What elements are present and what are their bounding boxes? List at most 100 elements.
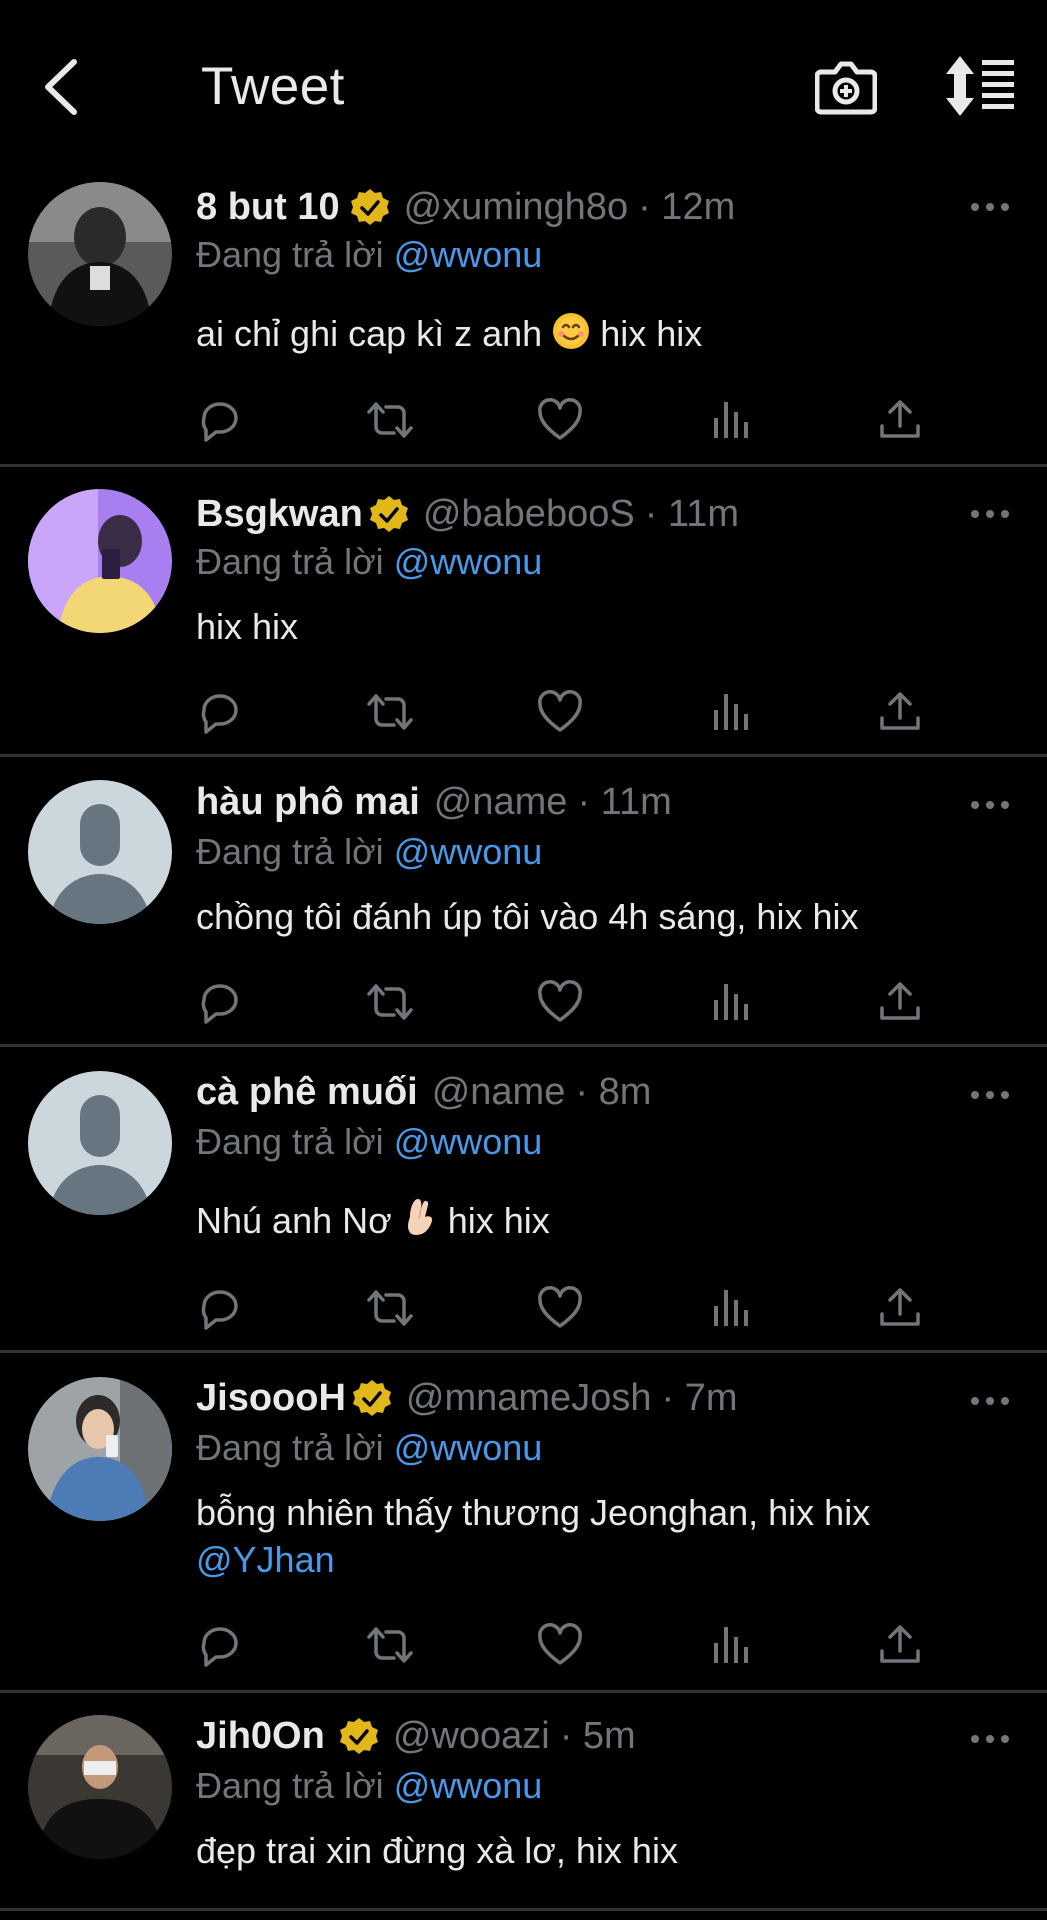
verified-badge-icon — [352, 1379, 392, 1419]
user-handle[interactable]: @babebooS — [423, 493, 635, 536]
timestamp: · 12m — [638, 186, 736, 228]
replying-to-mention[interactable]: @wwonu — [394, 541, 543, 582]
replying-to-mention[interactable]: @wwonu — [394, 831, 543, 872]
pinching-hand-emoji-icon — [407, 1199, 432, 1235]
tweet-header: JisoooH @mnameJosh · 7m — [196, 1377, 737, 1420]
tweet-text: đẹp trai xin đừng xà lơ, hix hix — [196, 1830, 678, 1871]
timestamp: · 8m — [575, 1071, 652, 1113]
views-icon[interactable] — [706, 688, 754, 736]
views-icon[interactable] — [706, 1284, 754, 1332]
tweet-actions — [196, 688, 936, 736]
views-icon[interactable] — [706, 1621, 754, 1669]
more-options-icon[interactable] — [970, 799, 1010, 811]
user-handle[interactable]: @xumingh8o — [404, 186, 628, 229]
tweet-2[interactable]: Bsgkwan @babebooS · 11m Đang trả lời @ww… — [0, 467, 1047, 754]
display-name[interactable]: Bsgkwan — [196, 493, 363, 536]
views-icon[interactable] — [706, 978, 754, 1026]
replying-to-mention[interactable]: @wwonu — [394, 1121, 543, 1162]
replying-to: Đang trả lời @wwonu — [196, 541, 543, 582]
mention-link[interactable]: @YJhan — [196, 1536, 870, 1583]
user-handle[interactable]: @name — [434, 781, 568, 824]
replying-to-mention[interactable]: @wwonu — [394, 1427, 543, 1468]
retweet-icon[interactable] — [366, 978, 414, 1026]
replying-to: Đang trả lời @wwonu — [196, 831, 543, 872]
retweet-icon[interactable] — [366, 396, 414, 444]
more-options-icon[interactable] — [970, 1395, 1010, 1407]
page-title: Tweet — [201, 57, 345, 116]
timestamp: · 11m — [644, 493, 740, 535]
reply-icon[interactable] — [196, 1621, 244, 1669]
more-options-icon[interactable] — [970, 201, 1010, 213]
like-icon[interactable] — [536, 688, 584, 736]
reply-icon[interactable] — [196, 396, 244, 444]
retweet-icon[interactable] — [366, 1621, 414, 1669]
tweet-4[interactable]: cà phê muối @name · 8m Đang trả lời @wwo… — [0, 1047, 1047, 1350]
timestamp: · 7m — [661, 1377, 738, 1419]
more-options-icon[interactable] — [970, 1733, 1010, 1745]
replying-to-mention[interactable]: @wwonu — [394, 234, 543, 275]
replying-to: Đang trả lời @wwonu — [196, 1765, 543, 1806]
tweet-header: 8 but 10 @xumingh8o · 12m — [196, 186, 735, 229]
replying-to: Đang trả lời @wwonu — [196, 234, 543, 275]
tweet-text: bỗng nhiên thấy thương Jeonghan, hix hix… — [196, 1489, 870, 1583]
retweet-icon[interactable] — [366, 688, 414, 736]
avatar[interactable] — [28, 1377, 172, 1521]
tweet-header: hàu phô mai @name · 11m — [196, 781, 672, 824]
reply-icon[interactable] — [196, 978, 244, 1026]
smiling-face-emoji-icon — [553, 313, 590, 349]
reply-icon[interactable] — [196, 1284, 244, 1332]
user-handle[interactable]: @mnameJosh — [406, 1377, 652, 1420]
share-icon[interactable] — [876, 688, 924, 736]
user-handle[interactable]: @wooazi — [393, 1715, 550, 1758]
share-icon[interactable] — [876, 1284, 924, 1332]
tweet-text: hix hix — [196, 606, 299, 647]
tweet-1[interactable]: 8 but 10 @xumingh8o · 12m Đang trả lời @… — [0, 172, 1047, 462]
tweet-text: ai chỉ ghi cap kì z anh hix hix — [196, 313, 703, 354]
avatar[interactable] — [28, 1715, 172, 1859]
tweet-text: Nhú anh Nơ hix hix — [196, 1197, 550, 1244]
like-icon[interactable] — [536, 1284, 584, 1332]
avatar[interactable] — [28, 182, 172, 326]
like-icon[interactable] — [536, 396, 584, 444]
views-icon[interactable] — [706, 396, 754, 444]
default-avatar-icon[interactable] — [28, 1071, 172, 1215]
more-options-icon[interactable] — [970, 508, 1010, 520]
reply-icon[interactable] — [196, 688, 244, 736]
replying-to: Đang trả lời @wwonu — [196, 1427, 543, 1468]
tweet-6[interactable]: Jih0On @wooazi · 5m Đang trả lời @wwonu … — [0, 1693, 1047, 1920]
display-name[interactable]: 8 but 10 — [196, 186, 340, 229]
avatar[interactable] — [28, 489, 172, 633]
sort-replies-icon[interactable] — [944, 56, 1016, 116]
replying-to-mention[interactable]: @wwonu — [394, 1765, 543, 1806]
display-name[interactable]: hàu phô mai — [196, 781, 420, 824]
tweet-actions — [196, 1284, 936, 1332]
display-name[interactable]: cà phê muối — [196, 1071, 418, 1114]
tweet-actions — [196, 396, 936, 444]
tweet-actions — [196, 1621, 936, 1669]
tweet-actions — [196, 978, 936, 1026]
replying-to: Đang trả lời @wwonu — [196, 1121, 543, 1162]
like-icon[interactable] — [536, 1621, 584, 1669]
top-bar: Tweet — [0, 0, 1047, 172]
display-name[interactable]: JisoooH — [196, 1377, 346, 1420]
verified-badge-icon — [350, 188, 390, 228]
tweet-header: cà phê muối @name · 8m — [196, 1071, 651, 1114]
timestamp: · 5m — [559, 1715, 636, 1757]
more-options-icon[interactable] — [970, 1089, 1010, 1101]
default-avatar-icon[interactable] — [28, 780, 172, 924]
verified-badge-icon — [369, 495, 409, 535]
tweet-header: Bsgkwan @babebooS · 11m — [196, 493, 739, 536]
share-icon[interactable] — [876, 1621, 924, 1669]
back-arrow-icon[interactable] — [38, 58, 86, 116]
verified-badge-icon — [339, 1717, 379, 1757]
tweet-5[interactable]: JisoooH @mnameJosh · 7m Đang trả lời @ww… — [0, 1353, 1047, 1690]
like-icon[interactable] — [536, 978, 584, 1026]
tweet-3[interactable]: hàu phô mai @name · 11m Đang trả lời @ww… — [0, 757, 1047, 1044]
user-handle[interactable]: @name — [432, 1071, 566, 1114]
share-icon[interactable] — [876, 396, 924, 444]
tweet-header: Jih0On @wooazi · 5m — [196, 1715, 636, 1758]
share-icon[interactable] — [876, 978, 924, 1026]
retweet-icon[interactable] — [366, 1284, 414, 1332]
camera-plus-icon[interactable] — [815, 56, 877, 116]
display-name[interactable]: Jih0On — [196, 1715, 325, 1758]
